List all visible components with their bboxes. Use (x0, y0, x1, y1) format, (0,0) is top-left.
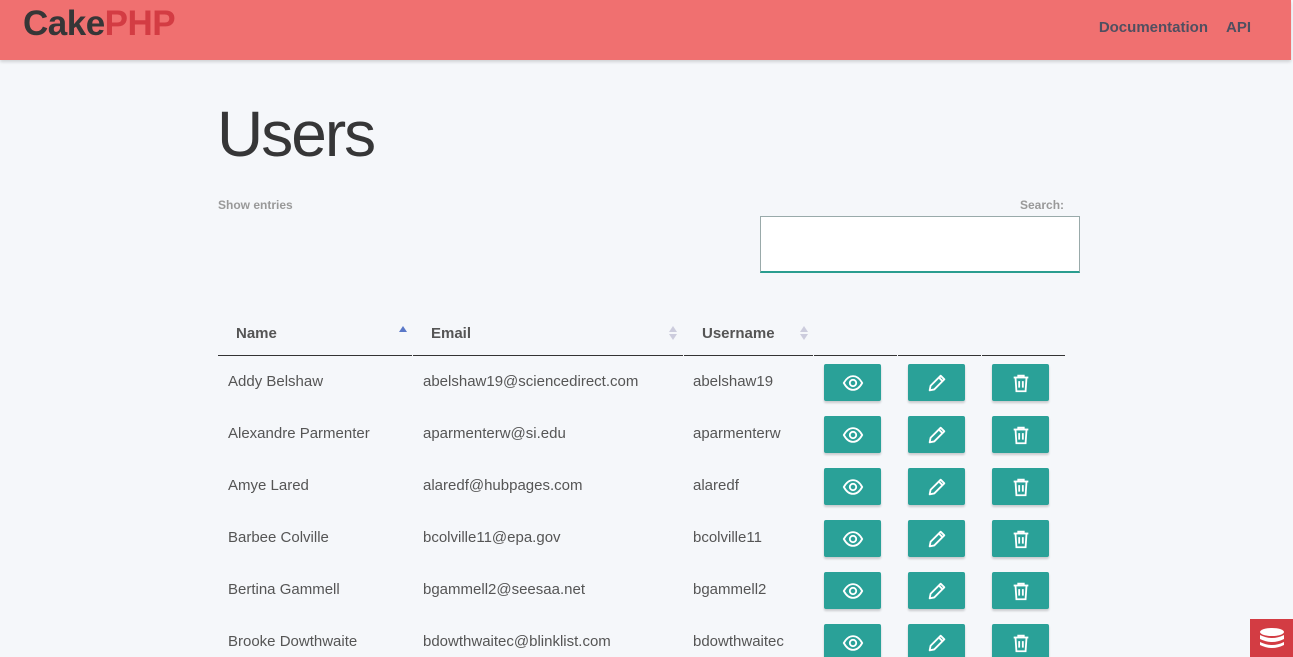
brand-logo[interactable]: CakePHP (23, 4, 176, 44)
column-header-email-label: Email (431, 325, 472, 342)
pencil-icon (926, 424, 948, 446)
column-header-edit (898, 316, 981, 356)
eye-icon (842, 528, 864, 550)
brand-part-php: PHP (104, 4, 176, 43)
edit-button[interactable] (908, 468, 965, 505)
trash-icon (1010, 632, 1032, 654)
column-header-delete (982, 316, 1065, 356)
edit-button[interactable] (908, 520, 965, 557)
eye-icon (842, 632, 864, 654)
cell-email: bdowthwaitec@blinklist.com (423, 633, 611, 650)
delete-button[interactable] (992, 364, 1049, 401)
eye-icon (842, 476, 864, 498)
pencil-icon (926, 580, 948, 602)
table-row: Barbee Colville bcolville11@epa.gov bcolvi… (218, 512, 1065, 564)
column-header-email[interactable]: Email (413, 316, 683, 356)
cell-name: Amye Lared (228, 477, 309, 494)
eye-icon (842, 580, 864, 602)
trash-icon (1010, 424, 1032, 446)
cake-icon (1259, 628, 1284, 648)
pencil-icon (926, 632, 948, 654)
cell-username: abelshaw19 (693, 373, 774, 390)
edit-button[interactable] (908, 416, 965, 453)
edit-button[interactable] (908, 364, 965, 401)
eye-icon (842, 372, 864, 394)
table-row: Brooke Dowthwaite bdowthwaitec@blinklist.… (218, 616, 1065, 657)
cell-name: Alexandre Parmenter (228, 425, 370, 442)
trash-icon (1010, 580, 1032, 602)
trash-icon (1010, 372, 1032, 394)
edit-button[interactable] (908, 624, 965, 657)
table-row: Bertina Gammell bgammell2@seesaa.net bgamm… (218, 564, 1065, 616)
sort-icon (800, 324, 809, 340)
pencil-icon (926, 476, 948, 498)
delete-button[interactable] (992, 624, 1049, 657)
delete-button[interactable] (992, 416, 1049, 453)
column-header-view (814, 316, 897, 356)
eye-icon (842, 424, 864, 446)
show-entries-label: Show entries (218, 198, 293, 212)
cell-email: bgammell2@seesaa.net (423, 581, 585, 598)
cell-username: bcolville11 (693, 529, 762, 546)
cell-username: bdowthwaitec (693, 633, 784, 650)
column-header-name[interactable]: Name (218, 316, 412, 356)
search-label: Search: (1020, 198, 1065, 212)
column-header-username[interactable]: Username (684, 316, 813, 356)
cell-username: bgammell2 (693, 581, 767, 598)
sort-icon (669, 324, 678, 340)
edit-button[interactable] (908, 572, 965, 609)
page-title: Users (217, 98, 376, 170)
cell-name: Brooke Dowthwaite (228, 633, 358, 650)
nav-link-documentation[interactable]: Documentation (1099, 19, 1208, 36)
view-button[interactable] (824, 520, 881, 557)
search-input[interactable] (760, 216, 1080, 273)
view-button[interactable] (824, 572, 881, 609)
pencil-icon (926, 528, 948, 550)
cell-name: Bertina Gammell (228, 581, 340, 598)
trash-icon (1010, 528, 1032, 550)
table-row: Addy Belshaw abelshaw19@sciencedirect.com… (218, 356, 1065, 408)
cell-email: abelshaw19@sciencedirect.com (423, 373, 639, 390)
delete-button[interactable] (992, 572, 1049, 609)
delete-button[interactable] (992, 520, 1049, 557)
view-button[interactable] (824, 416, 881, 453)
debug-kit-toolbar-icon[interactable] (1250, 619, 1293, 657)
cell-username: alaredf (693, 477, 739, 494)
top-navbar: CakePHP Documentation API (0, 0, 1291, 60)
pencil-icon (926, 372, 948, 394)
column-header-username-label: Username (702, 325, 775, 342)
table-row: Alexandre Parmenter aparmenterw@si.edu apa… (218, 408, 1065, 460)
view-button[interactable] (824, 468, 881, 505)
view-button[interactable] (824, 624, 881, 657)
view-button[interactable] (824, 364, 881, 401)
sort-ascending-icon (399, 324, 408, 340)
cell-name: Barbee Colville (228, 529, 329, 546)
brand-part-cake: Cake (23, 4, 105, 43)
nav-link-api[interactable]: API (1226, 19, 1251, 36)
cell-email: aparmenterw@si.edu (423, 425, 566, 442)
cell-name: Addy Belshaw (228, 373, 324, 390)
cell-username: aparmenterw (693, 425, 781, 442)
table-row: Amye Lared alaredf@hubpages.com alaredf (218, 460, 1065, 512)
column-header-name-label: Name (236, 325, 277, 342)
cell-email: bcolville11@epa.gov (423, 529, 561, 546)
cell-email: alaredf@hubpages.com (423, 477, 583, 494)
delete-button[interactable] (992, 468, 1049, 505)
trash-icon (1010, 476, 1032, 498)
top-nav: Documentation API (1099, 19, 1251, 36)
